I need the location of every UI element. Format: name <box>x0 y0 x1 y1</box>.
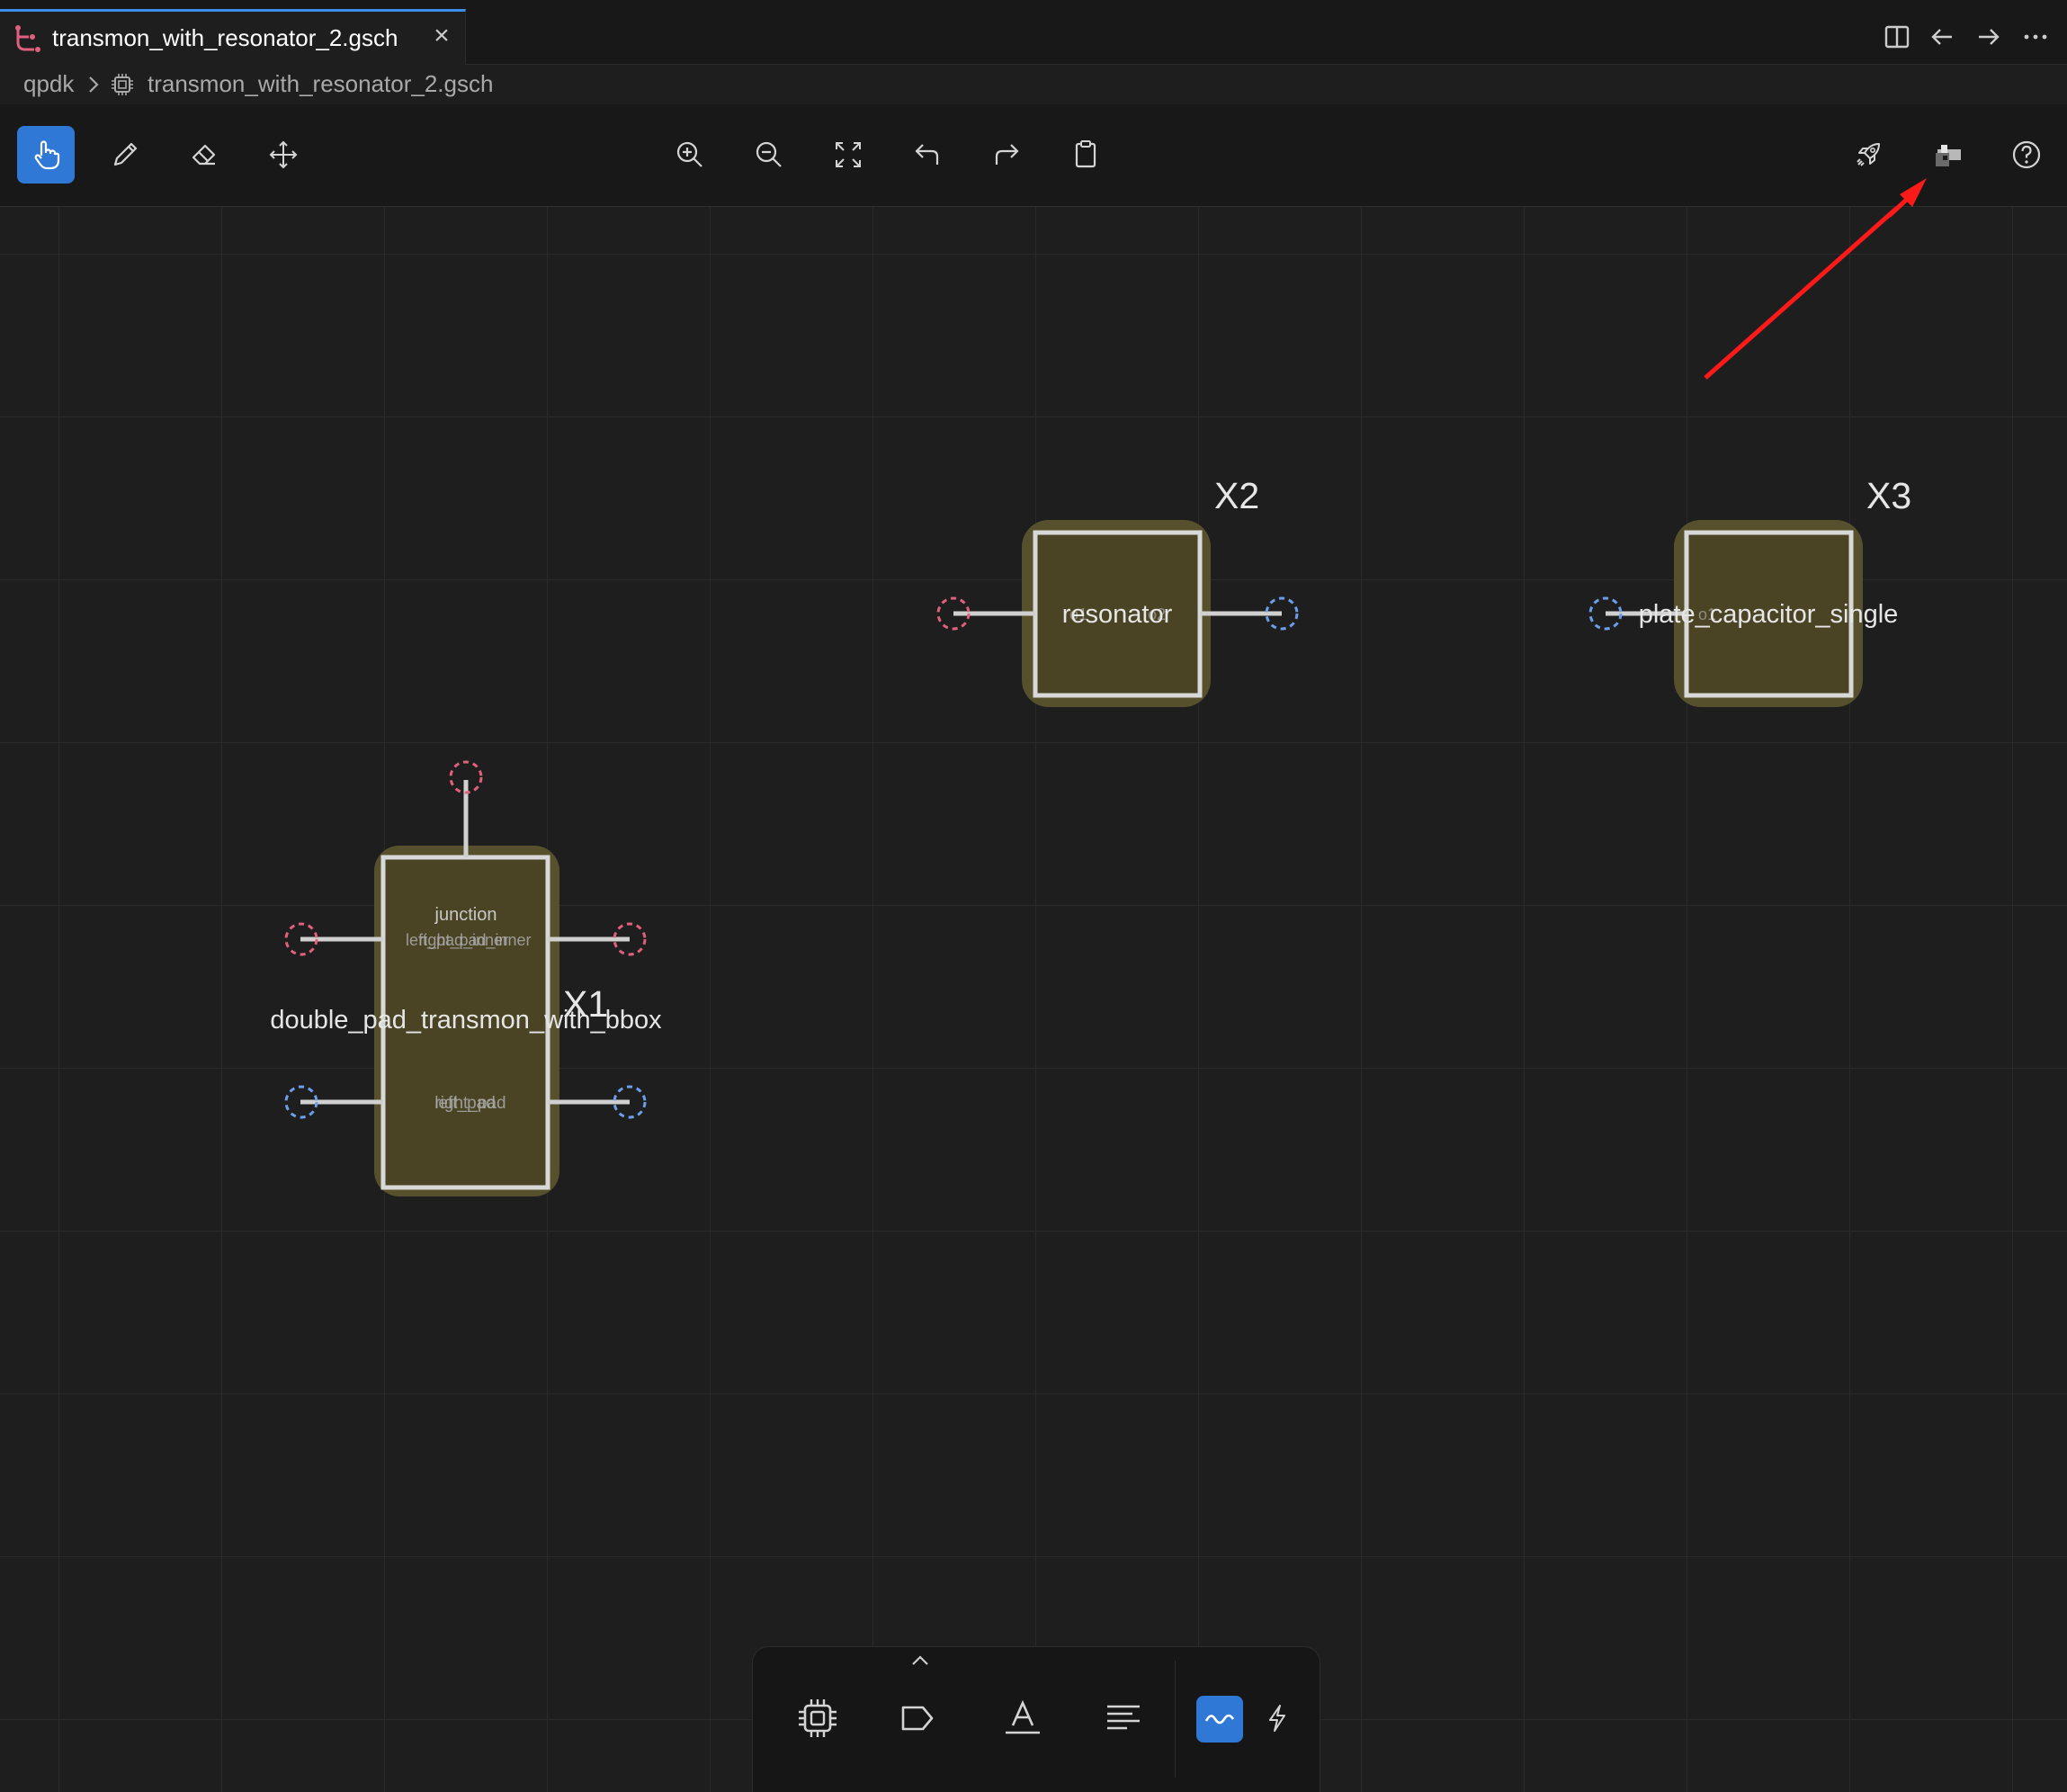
component-x1[interactable]: junction left_pad_inner right_pad_inner … <box>270 760 662 1196</box>
erase-tool-button[interactable] <box>175 126 233 184</box>
component-ref-x1: X1 <box>563 983 608 1025</box>
component-tool-button[interactable] <box>791 1691 845 1745</box>
go-back-icon[interactable] <box>1927 22 1957 52</box>
clipboard-icon <box>1075 140 1096 168</box>
schematic-canvas[interactable]: junction left_pad_inner right_pad_inner … <box>0 207 2067 1792</box>
tab-bar: transmon_with_resonator_2.gsch × <box>0 0 2067 65</box>
tag-icon <box>901 1706 934 1731</box>
net-label-tool-button[interactable] <box>890 1691 944 1745</box>
component-name-x2: resonator <box>1062 600 1173 629</box>
help-circle-icon <box>2012 140 2041 169</box>
component-x3[interactable]: o1 plate_capacitor_single X3 <box>1588 475 1911 707</box>
clipboard-button[interactable] <box>1057 126 1114 184</box>
select-tool-button[interactable] <box>17 126 75 184</box>
port-label-right-pad-inner: right_pad_inner <box>418 931 531 950</box>
chip-icon <box>112 74 133 95</box>
zoom-out-button[interactable] <box>740 126 798 184</box>
chip-icon <box>799 1699 837 1737</box>
breadcrumb-item-file[interactable]: transmon_with_resonator_2.gsch <box>148 70 493 98</box>
wave-icon <box>1204 1714 1235 1725</box>
layout-block-icon <box>1936 145 1961 166</box>
editor-tab[interactable]: transmon_with_resonator_2.gsch × <box>0 9 466 65</box>
redo-icon <box>995 144 1019 165</box>
breadcrumb: qpdk transmon_with_resonator_2.gsch <box>0 65 2067 104</box>
undo-button[interactable] <box>899 126 956 184</box>
breadcrumb-item-qpdk[interactable]: qpdk <box>23 70 74 98</box>
palette-divider <box>1175 1661 1176 1778</box>
align-left-icon <box>1107 1705 1140 1730</box>
component-x2[interactable]: o1 o2 resonator X2 <box>936 475 1299 707</box>
more-actions-icon[interactable] <box>2020 22 2051 52</box>
power-tool-button[interactable] <box>1254 1691 1301 1745</box>
close-tab-button[interactable]: × <box>428 22 455 49</box>
undo-icon <box>915 144 939 165</box>
text-icon <box>1006 1699 1040 1734</box>
chevron-right-icon <box>89 76 99 93</box>
help-button[interactable] <box>1998 126 2055 184</box>
annotation-arrow <box>1704 207 1902 380</box>
move-tool-button[interactable] <box>255 126 312 184</box>
schematic-toolbar <box>0 104 2067 207</box>
tab-title: transmon_with_resonator_2.gsch <box>52 24 398 51</box>
text-tool-button[interactable] <box>996 1691 1050 1745</box>
port-label-junction: junction <box>434 905 497 925</box>
fit-view-button[interactable] <box>819 126 877 184</box>
zoom-out-icon <box>756 141 782 167</box>
redo-button[interactable] <box>978 126 1035 184</box>
port-label-right-pad: right_pad <box>434 1094 506 1113</box>
chevron-up-icon[interactable] <box>908 1653 932 1668</box>
fit-view-icon <box>836 142 861 167</box>
component-ref-x2: X2 <box>1214 475 1259 516</box>
zoom-in-button[interactable] <box>661 126 719 184</box>
eraser-icon <box>192 144 216 166</box>
align-tool-button[interactable] <box>1096 1691 1150 1745</box>
rocket-icon <box>1857 143 1880 166</box>
move-arrows-icon <box>269 140 298 169</box>
annotation-arrow-head <box>1887 178 1927 218</box>
zoom-in-icon <box>676 141 702 167</box>
schematic-branch-icon <box>15 25 40 52</box>
schematic-drawing: junction left_pad_inner right_pad_inner … <box>270 207 1911 1196</box>
pencil-icon <box>113 142 138 166</box>
go-forward-icon[interactable] <box>1973 22 2004 52</box>
draw-tool-button[interactable] <box>96 126 154 184</box>
component-name-x3: plate_capacitor_single <box>1639 600 1899 629</box>
component-ref-x3: X3 <box>1866 475 1911 516</box>
split-editor-icon[interactable] <box>1882 22 1912 52</box>
waveform-tool-button[interactable] <box>1196 1696 1243 1743</box>
hand-pointer-icon <box>34 140 60 170</box>
lightning-icon <box>1269 1705 1285 1732</box>
